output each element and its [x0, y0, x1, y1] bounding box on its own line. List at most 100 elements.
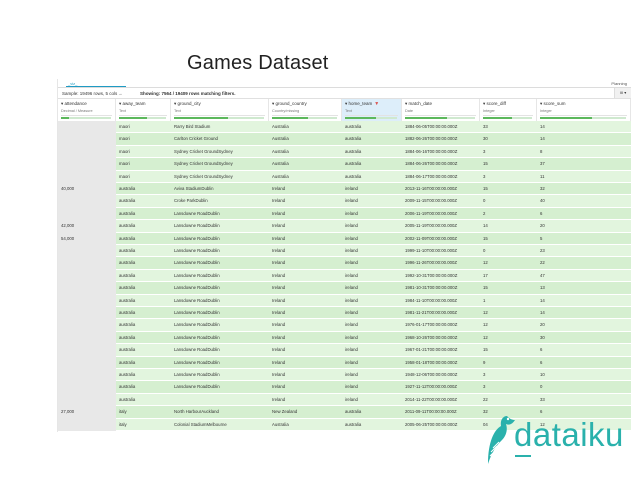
- ground-city-cell[interactable]: Lansdowne RoadDublin: [171, 295, 269, 307]
- match-date-cell[interactable]: 1981-10-31T00:00:00.000Z: [402, 282, 480, 294]
- home-team-cell[interactable]: ireland: [342, 295, 402, 307]
- score-diff-cell[interactable]: 30: [480, 133, 537, 145]
- sample-info[interactable]: Sample: 19496 rows, 5 cols: [62, 91, 117, 96]
- match-date-cell[interactable]: 2005-11-19T00:00:00.000Z: [402, 220, 480, 232]
- score-diff-cell[interactable]: 12: [480, 319, 537, 331]
- column-header-home-team[interactable]: ▾ home_team ▼ Text: [342, 99, 402, 121]
- column-type[interactable]: Country/missing: [272, 109, 338, 116]
- match-date-cell[interactable]: 1958-01-18T00:00:00.000Z: [402, 357, 480, 369]
- match-date-cell[interactable]: 1927-11-12T00:00:00.000Z: [402, 381, 480, 393]
- attendance-cell[interactable]: [58, 195, 116, 208]
- ground-city-cell[interactable]: Sydney Cricket GroundSydney: [171, 146, 269, 158]
- match-date-cell[interactable]: 2002-11-09T00:00:00.000Z: [402, 233, 480, 245]
- score-diff-cell[interactable]: 12: [480, 257, 537, 269]
- away-team-cell[interactable]: australia: [116, 369, 171, 381]
- ground-city-cell[interactable]: Lansdowne RoadDublin: [171, 208, 269, 220]
- ground-country-cell[interactable]: Ireland: [269, 319, 342, 331]
- breadcrumb[interactable]: _viz_: [68, 81, 77, 86]
- home-team-cell[interactable]: ireland: [342, 270, 402, 282]
- attendance-cell[interactable]: 40,000: [58, 183, 116, 196]
- column-header-ground-city[interactable]: ▾ ground_city Text: [171, 99, 269, 121]
- away-team-cell[interactable]: australia: [116, 245, 171, 257]
- home-team-cell[interactable]: australia: [342, 146, 402, 158]
- match-date-cell[interactable]: 2014-11-22T00:00:00.000Z: [402, 394, 480, 406]
- away-team-cell[interactable]: australia: [116, 208, 171, 220]
- ground-city-cell[interactable]: Lansdowne RoadDublin: [171, 220, 269, 232]
- away-team-cell[interactable]: italy: [116, 419, 171, 431]
- ground-country-cell[interactable]: Australia: [269, 133, 342, 145]
- ground-city-cell[interactable]: Sydney Cricket GroundSydney: [171, 158, 269, 170]
- away-team-cell[interactable]: australia: [116, 319, 171, 331]
- home-team-cell[interactable]: ireland: [342, 208, 402, 220]
- attendance-cell[interactable]: [58, 145, 116, 159]
- table-row[interactable]: australia Croke ParkDublin Ireland ireland 2…: [58, 195, 631, 208]
- table-row[interactable]: maori Rarry Bird Stadium Australia australi…: [58, 121, 631, 134]
- score-sum-cell[interactable]: 37: [537, 158, 631, 170]
- score-diff-cell[interactable]: 14: [480, 220, 537, 232]
- score-sum-cell[interactable]: 13: [537, 282, 631, 294]
- away-team-cell[interactable]: australia: [116, 381, 171, 393]
- filter-icon[interactable]: ▼: [374, 101, 379, 107]
- ground-city-cell[interactable]: Colonial StadiumMelbourne: [171, 419, 269, 431]
- attendance-cell[interactable]: [58, 257, 116, 270]
- attendance-cell[interactable]: [58, 207, 116, 221]
- score-sum-cell[interactable]: 14: [537, 121, 631, 133]
- home-team-cell[interactable]: ireland: [342, 282, 402, 294]
- away-team-cell[interactable]: australia: [116, 183, 171, 195]
- match-date-cell[interactable]: 1884-06-05T00:00:00.000Z: [402, 121, 480, 133]
- attendance-cell[interactable]: [58, 282, 116, 295]
- score-diff-cell[interactable]: 15: [480, 158, 537, 170]
- table-row[interactable]: australia Lansdowne RoadDublin Ireland irel…: [58, 207, 631, 221]
- away-team-cell[interactable]: australia: [116, 220, 171, 232]
- away-team-cell[interactable]: australia: [116, 394, 171, 406]
- away-team-cell[interactable]: australia: [116, 295, 171, 307]
- column-header-score-diff[interactable]: ▾ score_diff Integer: [480, 99, 537, 121]
- ground-city-cell[interactable]: Lansdowne RoadDublin: [171, 270, 269, 282]
- attendance-cell[interactable]: [58, 381, 116, 394]
- attendance-cell[interactable]: [58, 418, 116, 431]
- ground-city-cell[interactable]: [171, 394, 269, 406]
- ground-country-cell[interactable]: Ireland: [269, 344, 342, 356]
- home-team-cell[interactable]: australia: [342, 406, 402, 418]
- score-diff-cell[interactable]: 33: [480, 121, 537, 133]
- attendance-cell[interactable]: [58, 344, 116, 357]
- table-row[interactable]: 42,000 australia Lansdowne RoadDublin Irela…: [58, 220, 631, 233]
- away-team-cell[interactable]: maori: [116, 133, 171, 145]
- home-team-cell[interactable]: australia: [342, 133, 402, 145]
- attendance-cell[interactable]: 42,000: [58, 220, 116, 233]
- match-date-cell[interactable]: 2011-09-11T00:00:00.000Z: [402, 406, 480, 418]
- ground-city-cell[interactable]: Lansdowne RoadDublin: [171, 282, 269, 294]
- match-date-cell[interactable]: 1981-11-21T00:00:00.000Z: [402, 307, 480, 319]
- match-date-cell[interactable]: 1884-06-17T00:00:00.000Z: [402, 171, 480, 183]
- match-date-cell[interactable]: 1984-11-10T00:00:00.000Z: [402, 295, 480, 307]
- away-team-cell[interactable]: maori: [116, 158, 171, 170]
- score-sum-cell[interactable]: 30: [537, 332, 631, 344]
- ground-country-cell[interactable]: Ireland: [269, 357, 342, 369]
- score-sum-cell[interactable]: 6: [537, 208, 631, 220]
- table-row[interactable]: maori Sydney Cricket GroundSydney Australi…: [58, 170, 631, 183]
- score-sum-cell[interactable]: 8: [537, 146, 631, 158]
- match-date-cell[interactable]: 1884-06-16T00:00:00.000Z: [402, 146, 480, 158]
- home-team-cell[interactable]: australia: [342, 121, 402, 133]
- ground-city-cell[interactable]: North HarbourAuckland: [171, 406, 269, 418]
- table-row[interactable]: australia Lansdowne RoadDublin Ireland irel…: [58, 245, 631, 258]
- away-team-cell[interactable]: maori: [116, 171, 171, 183]
- column-type[interactable]: Text: [174, 109, 265, 116]
- ground-country-cell[interactable]: Ireland: [269, 394, 342, 406]
- attendance-cell[interactable]: [58, 245, 116, 258]
- ground-city-cell[interactable]: Lansdowne RoadDublin: [171, 344, 269, 356]
- ground-country-cell[interactable]: Australia: [269, 146, 342, 158]
- table-row[interactable]: australia Lansdowne RoadDublin Ireland irel…: [58, 369, 631, 382]
- score-sum-cell[interactable]: 32: [537, 183, 631, 195]
- home-team-cell[interactable]: australia: [342, 419, 402, 431]
- match-date-cell[interactable]: 2006-11-19T00:00:00.000Z: [402, 208, 480, 220]
- score-sum-cell[interactable]: 20: [537, 319, 631, 331]
- home-team-cell[interactable]: australia: [342, 171, 402, 183]
- table-row[interactable]: maori Sydney Cricket GroundSydney Australi…: [58, 145, 631, 159]
- ground-country-cell[interactable]: Ireland: [269, 332, 342, 344]
- score-diff-cell[interactable]: 0: [480, 245, 537, 257]
- column-header-attendance[interactable]: ▾ attendance Decimal / Measure: [58, 99, 116, 121]
- ground-city-cell[interactable]: Aviva StadiumDublin: [171, 183, 269, 195]
- ground-city-cell[interactable]: Lansdowne RoadDublin: [171, 307, 269, 319]
- score-diff-cell[interactable]: 15: [480, 344, 537, 356]
